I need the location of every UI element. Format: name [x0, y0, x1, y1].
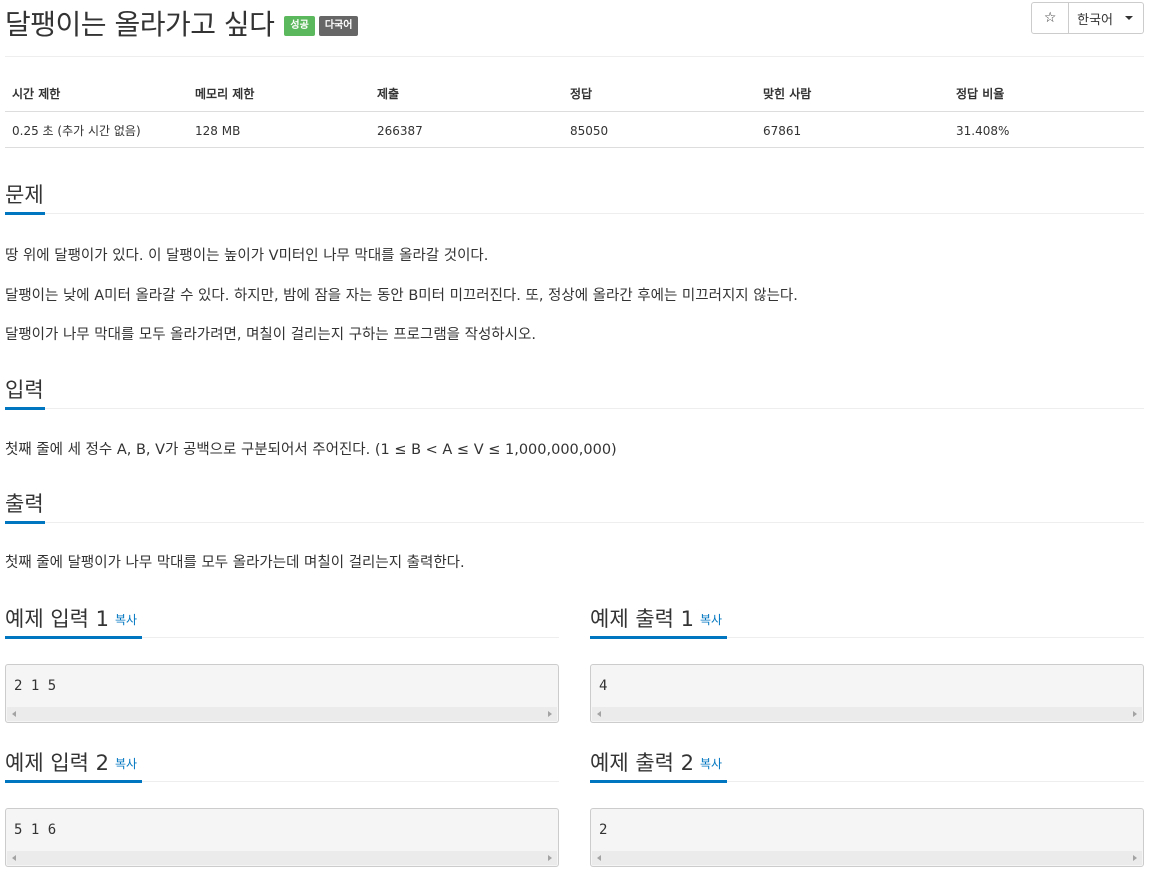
accepted-value: 85050 [570, 123, 609, 138]
sample-output-1-header: 예제 출력 1 복사 [590, 601, 1144, 639]
submissions-value: 266387 [377, 123, 423, 138]
horizontal-scrollbar[interactable] [7, 707, 557, 721]
section-underline [5, 521, 45, 524]
sample-input-2-box[interactable]: 5 1 6 [5, 808, 559, 867]
problem-description: 달팽이가 나무 막대를 모두 올라가려면, 며칠이 걸리는지 구하는 프로그램을… [5, 325, 1144, 345]
caret-down-icon [1125, 16, 1133, 20]
sample-input-1-box[interactable]: 2 1 5 [5, 664, 559, 723]
info-header-row: 시간 제한 메모리 제한 제출 정답 맞힌 사람 정답 비율 [5, 79, 1144, 112]
sample-input-2: 예제 입력 2 복사 5 1 6 [5, 745, 559, 867]
output-text: 첫째 줄에 달팽이가 나무 막대를 모두 올라가는데 며칠이 걸리는지 출력한다… [5, 555, 465, 571]
scroll-left-icon[interactable] [12, 855, 16, 861]
problem-section-title: 문제 [5, 183, 44, 207]
sample-output-1: 예제 출력 1 복사 4 [590, 601, 1144, 723]
success-badge: 성공 [284, 16, 315, 36]
output-section: 출력 [5, 486, 1144, 524]
sample-output-2: 예제 출력 2 복사 2 [590, 745, 1144, 867]
input-section-title: 입력 [5, 378, 44, 402]
problem-section: 문제 [5, 177, 1144, 215]
sample-output-1-box[interactable]: 4 [590, 664, 1144, 723]
header-divider [5, 56, 1144, 57]
language-dropdown[interactable]: 한국어 [1069, 2, 1144, 34]
problem-description: 땅 위에 달팽이가 있다. 이 달팽이는 높이가 V미터인 나무 막대를 올라갈… [5, 246, 1144, 266]
problem-section-header: 문제 [5, 177, 1144, 215]
sample-output-1-content: 4 [599, 678, 608, 694]
col-memory-limit: 메모리 제한 [188, 79, 370, 112]
scroll-right-icon[interactable] [548, 855, 552, 861]
scroll-left-icon[interactable] [597, 855, 601, 861]
scroll-right-icon[interactable] [1133, 711, 1137, 717]
copy-sample-input-2-link[interactable]: 복사 [115, 757, 137, 771]
problem-paragraph: 땅 위에 달팽이가 있다. 이 달팽이는 높이가 V미터인 나무 막대를 올라갈… [5, 248, 489, 264]
col-time-limit: 시간 제한 [5, 79, 188, 112]
problem-paragraph: 달팽이는 낮에 A미터 올라갈 수 있다. 하지만, 밤에 잠을 자는 동안 B… [5, 288, 798, 304]
solved-users-value: 67861 [763, 123, 802, 138]
sample-input-1-content: 2 1 5 [14, 678, 57, 694]
problem-paragraph: 달팽이가 나무 막대를 모두 올라가려면, 며칠이 걸리는지 구하는 프로그램을… [5, 327, 536, 343]
copy-sample-output-1-link[interactable]: 복사 [700, 613, 722, 627]
section-underline [590, 636, 727, 639]
section-underline [590, 780, 727, 783]
sample-output-1-title: 예제 출력 1 복사 [590, 607, 723, 631]
scroll-left-icon[interactable] [597, 711, 601, 717]
section-underline [5, 780, 142, 783]
star-icon: ☆ [1043, 10, 1057, 26]
memory-limit-value: 128 MB [195, 123, 241, 138]
sample-input-1-header: 예제 입력 1 복사 [5, 601, 559, 639]
problem-title: 달팽이는 올라가고 싶다 [5, 8, 275, 41]
copy-sample-input-1-link[interactable]: 복사 [115, 613, 137, 627]
input-description: 첫째 줄에 세 정수 A, B, V가 공백으로 구분되어서 주어진다. (1 … [5, 440, 1144, 460]
problem-info-table: 시간 제한 메모리 제한 제출 정답 맞힌 사람 정답 비율 0.25 초 (추… [5, 79, 1144, 148]
sample-input-1-title: 예제 입력 1 복사 [5, 607, 138, 631]
section-underline [5, 212, 45, 215]
sample-output-2-content: 2 [599, 822, 608, 838]
section-underline [5, 636, 142, 639]
col-accept-ratio: 정답 비율 [949, 79, 1144, 112]
output-description: 첫째 줄에 달팽이가 나무 막대를 모두 올라가는데 며칠이 걸리는지 출력한다… [5, 553, 1144, 573]
sample-input-1: 예제 입력 1 복사 2 1 5 [5, 601, 559, 723]
input-text: 첫째 줄에 세 정수 A, B, V가 공백으로 구분되어서 주어진다. (1 … [5, 442, 617, 458]
scroll-left-icon[interactable] [12, 711, 16, 717]
col-accepted: 정답 [563, 79, 756, 112]
horizontal-scrollbar[interactable] [7, 851, 557, 865]
language-label: 한국어 [1077, 12, 1113, 28]
accept-ratio-value: 31.408% [956, 123, 1010, 138]
horizontal-scrollbar[interactable] [592, 851, 1142, 865]
sample-output-2-header: 예제 출력 2 복사 [590, 745, 1144, 783]
copy-sample-output-2-link[interactable]: 복사 [700, 757, 722, 771]
time-limit-value: 0.25 초 (추가 시간 없음) [12, 124, 141, 138]
sample-input-2-title: 예제 입력 2 복사 [5, 751, 138, 775]
sample-input-2-header: 예제 입력 2 복사 [5, 745, 559, 783]
multilang-badge: 다국어 [318, 16, 359, 36]
col-submissions: 제출 [370, 79, 563, 112]
title-row: 달팽이는 올라가고 싶다 성공 다국어 [5, 3, 359, 43]
problem-description: 달팽이는 낮에 A미터 올라갈 수 있다. 하지만, 밤에 잠을 자는 동안 B… [5, 286, 1144, 306]
sample-input-2-content: 5 1 6 [14, 822, 57, 838]
favorite-button[interactable]: ☆ [1031, 2, 1070, 34]
title-tools: ☆ 한국어 [1031, 2, 1144, 34]
sample-output-2-box[interactable]: 2 [590, 808, 1144, 867]
sample-output-2-title: 예제 출력 2 복사 [590, 751, 723, 775]
input-section-header: 입력 [5, 372, 1144, 410]
scroll-right-icon[interactable] [1133, 855, 1137, 861]
input-section: 입력 [5, 372, 1144, 410]
info-value-row: 0.25 초 (추가 시간 없음) 128 MB 266387 85050 67… [5, 112, 1144, 148]
output-section-title: 출력 [5, 492, 44, 516]
section-underline [5, 407, 45, 410]
output-section-header: 출력 [5, 486, 1144, 524]
col-solved-users: 맞힌 사람 [756, 79, 949, 112]
scroll-right-icon[interactable] [548, 711, 552, 717]
horizontal-scrollbar[interactable] [592, 707, 1142, 721]
